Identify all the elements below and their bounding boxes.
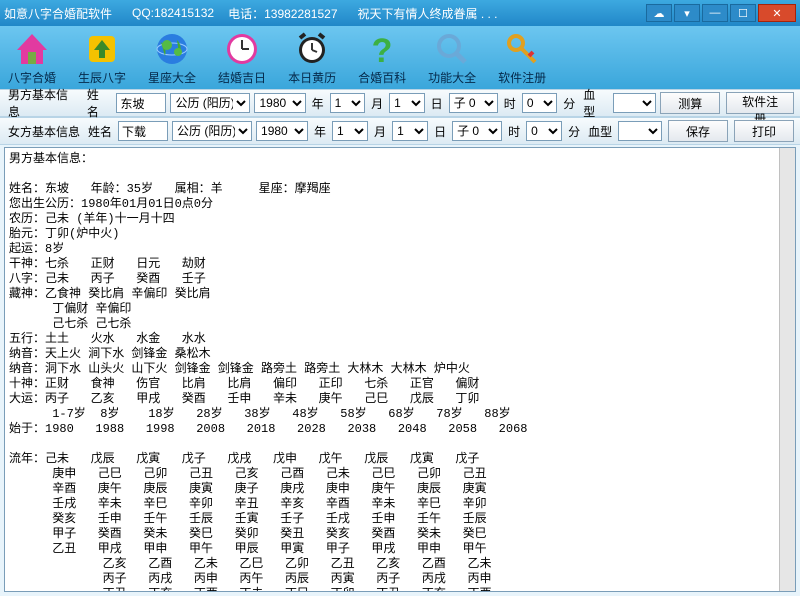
toolbar-globe[interactable]: 星座大全 — [148, 30, 196, 86]
vertical-scrollbar[interactable] — [779, 148, 795, 591]
calculate-button[interactable]: 测算 — [660, 92, 720, 114]
female-min-select[interactable]: 0 — [526, 121, 562, 141]
male-min-select[interactable]: 0 — [522, 93, 557, 113]
male-calendar-select[interactable]: 公历 (阳历) — [170, 93, 250, 113]
toolbar-alarm[interactable]: 本日黄历 — [288, 30, 336, 86]
alarm-icon — [293, 30, 331, 68]
toolbar-label: 结婚吉日 — [218, 69, 266, 86]
toolbar-label: 合婚百科 — [358, 69, 406, 86]
result-textarea[interactable] — [5, 148, 795, 591]
toolbar-label: 八字合婚 — [8, 69, 56, 86]
toolbar-label: 软件注册 — [498, 69, 546, 86]
main-toolbar: 八字合婚生辰八字星座大全结婚吉日本日黄历?合婚百科功能大全软件注册 — [0, 26, 800, 89]
save-button[interactable]: 保存 — [668, 120, 728, 142]
toolbar-key[interactable]: 软件注册 — [498, 30, 546, 86]
female-month-select[interactable]: 1 — [332, 121, 368, 141]
qq-info: QQ:182415132 — [132, 6, 214, 20]
toolbar-search[interactable]: 功能大全 — [428, 30, 476, 86]
wish-text: 祝天下有情人终成眷属 . . . — [358, 5, 498, 22]
minimize-button[interactable]: — — [702, 4, 728, 22]
help-button[interactable]: ☁ — [646, 4, 672, 22]
tray-button[interactable]: ▾ — [674, 4, 700, 22]
male-hour-select[interactable]: 子 0 — [449, 93, 498, 113]
toolbar-label: 星座大全 — [148, 69, 196, 86]
toolbar-question[interactable]: ?合婚百科 — [358, 30, 406, 86]
toolbar-clock[interactable]: 结婚吉日 — [218, 30, 266, 86]
name-label: 姓名 — [85, 86, 113, 120]
male-name-input[interactable] — [116, 93, 166, 113]
toolbar-label: 生辰八字 — [78, 69, 126, 86]
svg-text:?: ? — [372, 32, 393, 68]
question-icon: ? — [363, 30, 401, 68]
female-blood-select[interactable] — [618, 121, 662, 141]
titlebar: 如意八字合婚配软件 QQ:182415132 电话：13982281527 祝天… — [0, 0, 800, 26]
toolbar-arrow[interactable]: 生辰八字 — [78, 30, 126, 86]
toolbar-label: 功能大全 — [428, 69, 476, 86]
register-button[interactable]: 软件注册 — [726, 92, 794, 114]
female-form-row: 女方基本信息 姓名 公历 (阳历) 1980 年 1 月 1 日 子 0 时 0… — [0, 117, 800, 145]
key-icon — [503, 30, 541, 68]
close-button[interactable]: ✕ — [758, 4, 796, 22]
tel-info: 电话：13982281527 — [228, 5, 337, 22]
clock-icon — [223, 30, 261, 68]
maximize-button[interactable]: ☐ — [730, 4, 756, 22]
female-hour-select[interactable]: 子 0 — [452, 121, 502, 141]
female-day-select[interactable]: 1 — [392, 121, 428, 141]
female-title: 女方基本信息 — [6, 123, 82, 140]
female-year-select[interactable]: 1980 — [256, 121, 308, 141]
house-icon — [13, 30, 51, 68]
app-title: 如意八字合婚配软件 — [4, 5, 112, 22]
search-icon — [433, 30, 471, 68]
toolbar-house[interactable]: 八字合婚 — [8, 30, 56, 86]
female-calendar-select[interactable]: 公历 (阳历) — [172, 121, 252, 141]
male-blood-select[interactable] — [613, 93, 656, 113]
globe-icon — [153, 30, 191, 68]
male-form-row: 男方基本信息 姓名 公历 (阳历) 1980 年 1 月 1 日 子 0 时 0… — [0, 89, 800, 117]
output-panel — [4, 147, 796, 592]
male-month-select[interactable]: 1 — [330, 93, 365, 113]
male-day-select[interactable]: 1 — [389, 93, 424, 113]
toolbar-label: 本日黄历 — [288, 69, 336, 86]
print-button[interactable]: 打印 — [734, 120, 794, 142]
female-name-input[interactable] — [118, 121, 168, 141]
male-year-select[interactable]: 1980 — [254, 93, 305, 113]
arrow-icon — [83, 30, 121, 68]
male-title: 男方基本信息 — [6, 86, 81, 120]
